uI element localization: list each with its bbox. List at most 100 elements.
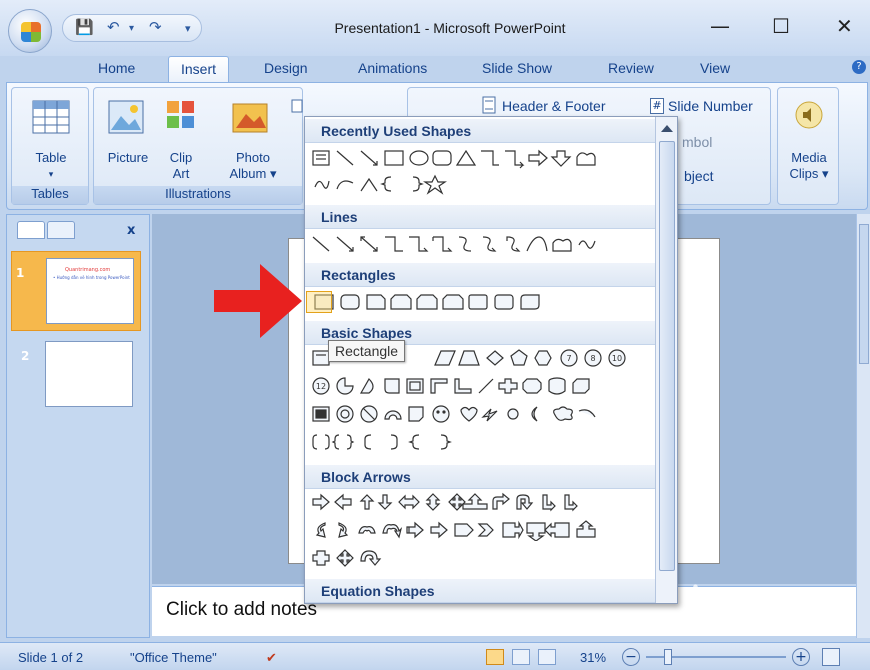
slide-sorter-icon[interactable]: [512, 649, 530, 665]
slide-show-icon[interactable]: [538, 649, 556, 665]
redo-icon[interactable]: ↷: [149, 18, 162, 36]
symbol-button[interactable]: mbol: [682, 134, 712, 150]
rectangles-row[interactable]: [311, 291, 655, 315]
vertical-scrollbar[interactable]: [856, 214, 870, 638]
slide-thumb-1-number: 1: [16, 266, 25, 280]
photo-album-label-2: Album ▾: [229, 166, 277, 181]
media-clips-button[interactable]: Media Clips ▾: [778, 150, 840, 182]
table-icon: [32, 100, 70, 134]
office-button[interactable]: [8, 9, 52, 53]
gallery-scroll-thumb[interactable]: [659, 141, 675, 571]
red-arrow-annotation: [214, 264, 302, 338]
undo-dropdown-icon[interactable]: ▾: [129, 23, 134, 34]
section-recent: Recently Used Shapes: [305, 119, 655, 143]
photo-album-icon: [232, 103, 268, 133]
group-label-illustrations: Illustrations: [94, 186, 302, 204]
maximize-button[interactable]: ☐: [772, 14, 790, 38]
basic-row-2[interactable]: 12: [311, 375, 655, 399]
object-button[interactable]: bject: [684, 168, 714, 184]
tab-home[interactable]: Home: [98, 60, 135, 76]
table-label: Table: [35, 150, 67, 165]
fit-to-window-icon[interactable]: [822, 648, 840, 666]
save-icon[interactable]: 💾: [75, 18, 94, 36]
tab-review[interactable]: Review: [608, 60, 654, 76]
slides-tab[interactable]: [17, 221, 45, 239]
rectangle-shape-hover[interactable]: [306, 291, 332, 313]
minimize-button[interactable]: —: [710, 14, 730, 38]
close-button[interactable]: ✕: [836, 14, 853, 38]
speaker-icon: [795, 101, 823, 129]
tab-design[interactable]: Design: [264, 60, 308, 76]
section-equation: Equation Shapes: [305, 579, 655, 603]
picture-icon: [108, 100, 144, 134]
gallery-scrollbar[interactable]: [655, 117, 677, 603]
group-tables: Table ▾ Tables: [11, 87, 89, 205]
tab-insert[interactable]: Insert: [168, 56, 230, 84]
recent-shapes-row-2[interactable]: [311, 173, 655, 197]
photo-album-button[interactable]: Photo Album ▾: [222, 150, 284, 182]
slide-thumb-1: Quantrimang.com • Hướng dẫn vẽ hình tron…: [46, 258, 134, 324]
lines-row[interactable]: [311, 233, 655, 257]
slide-thumb-1-selected[interactable]: 1 Quantrimang.com • Hướng dẫn vẽ hình tr…: [11, 251, 141, 331]
tab-view[interactable]: View: [700, 60, 730, 76]
help-icon[interactable]: ?: [852, 60, 866, 74]
undo-icon[interactable]: ↶: [107, 18, 120, 36]
office-logo-icon: [21, 22, 41, 42]
slide-count: Slide 1 of 2: [18, 650, 84, 665]
zoom-slider-thumb[interactable]: [664, 649, 672, 665]
window-title: Presentation1 - Microsoft PowerPoint: [334, 20, 566, 36]
clip-art-label-2: Art: [172, 166, 190, 181]
basic-row-4[interactable]: [311, 431, 655, 455]
section-block-arrows-label: Block Arrows: [321, 469, 411, 485]
clip-art-icon: [167, 101, 194, 128]
thumb-title: Quantrimang.com: [65, 267, 111, 273]
status-bar: Slide 1 of 2 "Office Theme" ✔ 31% − +: [0, 642, 870, 670]
group-illustrations: Picture Clip Art Photo Album ▾ Illustrat…: [93, 87, 303, 205]
spell-check-icon[interactable]: ✔: [266, 650, 277, 666]
zoom-in-button[interactable]: +: [792, 648, 810, 666]
picture-button[interactable]: Picture: [98, 150, 158, 166]
basic-num-12: 12: [316, 382, 326, 391]
block-arrows-icons-3: [312, 549, 382, 567]
clip-art-button[interactable]: Clip Art: [164, 150, 198, 182]
recent-shapes-row-1[interactable]: [311, 147, 655, 171]
section-rectangles-label: Rectangles: [321, 267, 396, 283]
block-arrows-row-1[interactable]: [311, 491, 655, 515]
slide-thumb-2[interactable]: [45, 341, 133, 407]
tab-slide-show[interactable]: Slide Show: [482, 60, 552, 76]
panel-close-icon[interactable]: x: [127, 223, 135, 238]
section-recent-label: Recently Used Shapes: [321, 123, 472, 139]
block-arrows-row-3[interactable]: [311, 547, 655, 571]
shapes-icon[interactable]: [290, 98, 304, 116]
rectangle-tooltip: Rectangle: [328, 340, 406, 362]
slides-panel: x 1 Quantrimang.com • Hướng dẫn vẽ hình …: [6, 214, 150, 638]
header-footer-icon: [482, 96, 496, 114]
section-equation-label: Equation Shapes: [321, 583, 435, 599]
table-button[interactable]: Table ▾: [12, 150, 90, 182]
section-lines: Lines: [305, 205, 655, 229]
block-arrows-icons-2: [315, 520, 596, 541]
basic-num-10: 10: [612, 354, 622, 363]
header-footer-button[interactable]: Header & Footer: [502, 98, 606, 114]
scrollbar-thumb[interactable]: [859, 224, 869, 364]
tab-animations[interactable]: Animations: [358, 60, 427, 76]
qat-customize-icon[interactable]: ▾: [185, 22, 191, 35]
slide-number-button[interactable]: Slide Number: [668, 98, 753, 114]
rectangle-shapes-icons: [314, 294, 540, 310]
block-arrows-row-2[interactable]: [311, 519, 655, 543]
normal-view-icon[interactable]: [486, 649, 504, 665]
basic-num-8: 8: [590, 354, 595, 363]
slide-number-icon: #: [650, 98, 664, 114]
group-media: Media Clips ▾: [777, 87, 839, 205]
block-arrows-icons-1: [312, 492, 578, 512]
basic-num-7: 7: [566, 354, 571, 363]
section-rectangles: Rectangles: [305, 263, 655, 287]
outline-tab[interactable]: [47, 221, 75, 239]
scroll-up-icon[interactable]: [661, 125, 673, 132]
media-clips-label-1: Media: [791, 150, 827, 165]
recent-shapes-icons: [312, 149, 596, 169]
zoom-out-button[interactable]: −: [622, 648, 640, 666]
quick-access-toolbar: 💾 ↶ ▾ ↷ ▾: [62, 14, 202, 42]
ribbon-tabs: Home Insert Design Animations Slide Show…: [0, 56, 870, 84]
basic-row-3[interactable]: [311, 403, 655, 427]
